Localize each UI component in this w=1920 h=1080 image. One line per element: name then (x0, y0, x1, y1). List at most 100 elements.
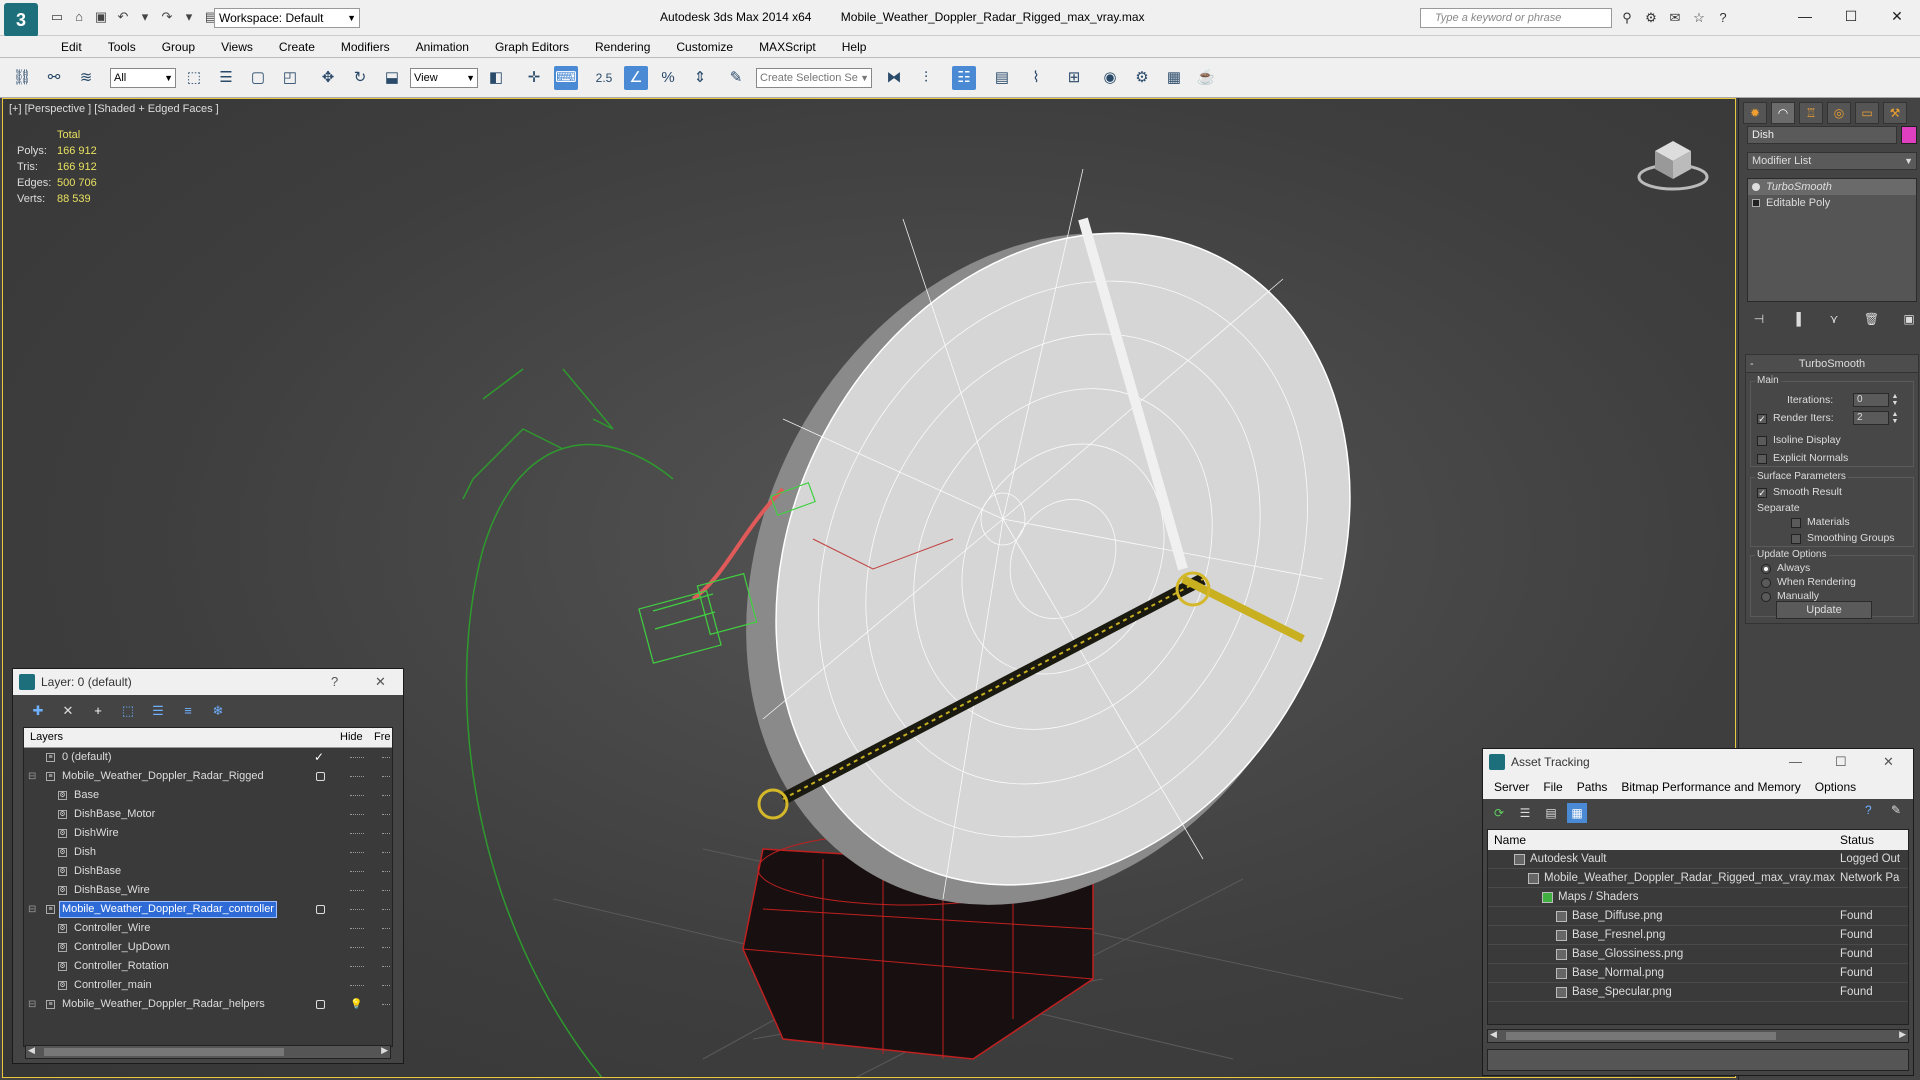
asset-row[interactable]: Base_Specular.png Found (1488, 983, 1908, 1002)
iterations-spinner[interactable]: 0 (1853, 393, 1889, 407)
freeze-toggle[interactable] (382, 890, 390, 891)
communication-icon[interactable]: ✉ (1666, 9, 1684, 27)
keyboard-shortcut-override-icon[interactable]: ⌨ (554, 66, 578, 90)
rotate-icon[interactable]: ↻ (348, 66, 372, 90)
select-objects-in-layer-icon[interactable]: ⬚ (117, 701, 139, 721)
stack-item-turbosmooth[interactable]: TurboSmooth (1748, 179, 1916, 195)
hide-toggle[interactable] (350, 776, 364, 777)
freeze-toggle[interactable] (382, 795, 390, 796)
move-icon[interactable]: ✥ (316, 66, 340, 90)
freeze-toggle[interactable] (382, 985, 390, 986)
freeze-toggle[interactable] (382, 947, 390, 948)
material-editor-icon[interactable]: ◉ (1098, 66, 1122, 90)
menu-create[interactable]: Create (266, 36, 328, 57)
subscription-icon[interactable]: ⚙ (1642, 9, 1660, 27)
hide-toggle[interactable] (350, 966, 364, 967)
redo-icon[interactable]: ↷ (158, 8, 176, 26)
edit-named-selection-icon[interactable]: ✎ (724, 66, 748, 90)
bind-spacewarp-icon[interactable]: ≋ (74, 66, 98, 90)
menu-maxscript[interactable]: MAXScript (746, 36, 829, 57)
scale-icon[interactable]: ⬓ (380, 66, 404, 90)
menu-modifiers[interactable]: Modifiers (328, 36, 403, 57)
close-button[interactable]: ✕ (1874, 0, 1920, 32)
set-current-layer-icon[interactable] (316, 772, 325, 781)
remove-modifier-icon[interactable]: 🗑 (1862, 312, 1882, 330)
scroll-thumb[interactable] (1506, 1032, 1776, 1040)
menu-rendering[interactable]: Rendering (582, 36, 663, 57)
snaps-toggle-icon[interactable]: 2.5 (592, 66, 616, 90)
scroll-right-icon[interactable]: ▶ (381, 1045, 388, 1056)
freeze-toggle[interactable] (382, 757, 390, 758)
layer-row[interactable]: ⊟ ≡ Mobile_Weather_Doppler_Radar_helpers 💡 (24, 995, 392, 1014)
make-unique-icon[interactable]: ⋎ (1824, 312, 1844, 330)
modifier-list-dropdown[interactable]: Modifier List ▼ (1747, 152, 1917, 170)
reference-coordinate-dropdown[interactable]: View ▼ (410, 68, 478, 88)
render-iters-checkbox[interactable]: ✓ (1757, 414, 1767, 424)
asset-row[interactable]: Maps / Shaders (1488, 888, 1908, 907)
menu-edit[interactable]: Edit (48, 36, 95, 57)
layer-row[interactable]: ⚙ DishBase (24, 862, 392, 881)
help-icon[interactable]: ? (1714, 9, 1732, 27)
percent-snap-icon[interactable]: % (656, 66, 680, 90)
always-radio[interactable] (1761, 564, 1771, 574)
when-rendering-radio[interactable] (1761, 578, 1771, 588)
redo-dropdown-icon[interactable]: ▾ (180, 8, 198, 26)
app-logo-icon[interactable]: 3 (4, 3, 38, 37)
binoculars-icon[interactable]: ⚲ (1618, 9, 1636, 27)
table-view-icon[interactable]: ▦ (1567, 803, 1587, 823)
pin-icon[interactable]: ✎ (1891, 803, 1901, 817)
pivot-center-icon[interactable]: ◧ (484, 66, 508, 90)
hide-toggle[interactable] (350, 852, 364, 853)
hide-toggle[interactable] (350, 909, 364, 910)
hide-toggle[interactable] (350, 890, 364, 891)
lightbulb-icon[interactable] (1752, 183, 1760, 191)
spinner-arrows-icon[interactable]: ▲ ▼ (1891, 411, 1899, 425)
current-layer-check-icon[interactable]: ✓ (314, 748, 324, 767)
select-manipulate-icon[interactable]: ✛ (522, 66, 546, 90)
object-color-swatch[interactable] (1901, 126, 1917, 144)
update-button[interactable]: Update (1776, 601, 1872, 619)
set-current-layer-icon[interactable] (316, 905, 325, 914)
layer-window-titlebar[interactable]: Layer: 0 (default) ? ✕ (13, 669, 403, 695)
pin-stack-icon[interactable]: ⊣ (1749, 312, 1769, 330)
asset-path-field[interactable] (1487, 1049, 1909, 1071)
menu-help[interactable]: Help (829, 36, 880, 57)
layer-row[interactable]: ⚙ DishBase_Motor (24, 805, 392, 824)
scroll-thumb[interactable] (44, 1048, 284, 1056)
isoline-display-checkbox[interactable] (1757, 436, 1767, 446)
freeze-toggle[interactable] (382, 1004, 390, 1005)
schematic-view-icon[interactable]: ⊞ (1062, 66, 1086, 90)
menu-customize[interactable]: Customize (663, 36, 746, 57)
freeze-toggle[interactable] (382, 833, 390, 834)
layer-row[interactable]: ≡ 0 (default) ✓ (24, 748, 392, 767)
hide-toggle[interactable] (350, 947, 364, 948)
layer-row[interactable]: ⊟ ≡ Mobile_Weather_Doppler_Radar_controlle… (24, 900, 392, 919)
asset-menu-server[interactable]: Server (1487, 775, 1536, 799)
layer-row[interactable]: ⚙ Controller_main (24, 976, 392, 995)
select-by-name-icon[interactable]: ☰ (214, 66, 238, 90)
refresh-icon[interactable]: ⟳ (1489, 803, 1509, 823)
link-icon[interactable]: ⛓ (10, 66, 34, 90)
freeze-toggle[interactable] (382, 909, 390, 910)
maximize-button[interactable]: ☐ (1828, 0, 1874, 32)
layer-row[interactable]: ⚙ Dish (24, 843, 392, 862)
freeze-toggle[interactable] (382, 814, 390, 815)
search-input[interactable]: Type a keyword or phrase (1420, 8, 1612, 28)
named-selection-set-dropdown[interactable]: Create Selection Se ▼ (756, 68, 872, 88)
spinner-snap-icon[interactable]: ⇕ (688, 66, 712, 90)
angle-snap-icon[interactable]: ∠ (624, 66, 648, 90)
undo-dropdown-icon[interactable]: ▾ (136, 8, 154, 26)
rollout-title[interactable]: - TurboSmooth (1746, 355, 1918, 373)
hierarchy-tab-icon[interactable]: ♖ (1799, 102, 1823, 124)
expand-icon[interactable] (1752, 199, 1760, 207)
help-button[interactable]: ? (331, 669, 338, 695)
asset-menu-options[interactable]: Options (1808, 775, 1863, 799)
layer-explorer-icon[interactable]: ☷ (952, 66, 976, 90)
undo-icon[interactable]: ↶ (114, 8, 132, 26)
list-view-icon[interactable]: ☰ (1515, 803, 1535, 823)
asset-row[interactable]: Base_Diffuse.png Found (1488, 907, 1908, 926)
object-name-field[interactable]: Dish (1747, 126, 1897, 144)
asset-horizontal-scrollbar[interactable]: ◀ ▶ (1487, 1029, 1909, 1043)
modify-tab-icon[interactable]: ◠ (1771, 102, 1795, 124)
layer-row[interactable]: ⚙ DishBase_Wire (24, 881, 392, 900)
